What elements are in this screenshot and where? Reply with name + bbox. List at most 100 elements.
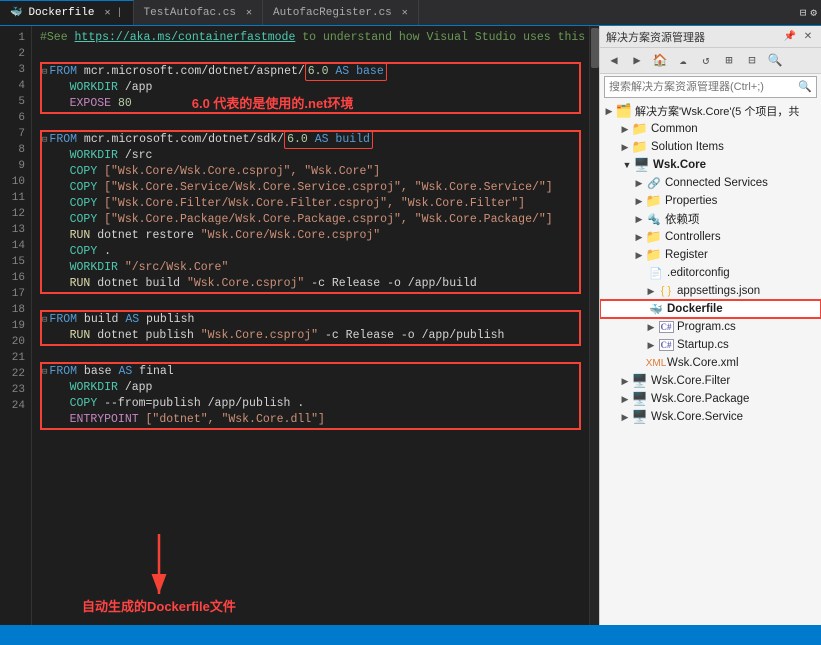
tab-testautofac[interactable]: TestAutofac.cs ✕ [134, 0, 263, 25]
startupcs-arrow: ▶ [644, 340, 658, 351]
status-bar [0, 625, 821, 645]
editorconfig-icon: 📄 [648, 265, 664, 281]
tree-item-editorconfig[interactable]: 📄 .editorconfig [600, 264, 821, 282]
appsettings-label: appsettings.json [677, 285, 760, 297]
tree-item-register[interactable]: ▶ 📁 Register [600, 246, 821, 264]
expand-button[interactable]: ⊞ [719, 51, 739, 71]
connected-services-arrow: ▶ [632, 178, 646, 189]
wsk-core-package-icon: 🖥️ [632, 391, 648, 407]
tab-autofacregister[interactable]: AutofacRegister.cs ✕ [263, 0, 419, 25]
code-line-16: RUN dotnet build "Wsk.Core.csproj" -c Re… [42, 276, 579, 292]
properties-label: Properties [665, 195, 717, 207]
tab-autofacregister-label: AutofacRegister.cs [273, 7, 392, 19]
tab-bar: 🐳 Dockerfile ✕ | TestAutofac.cs ✕ Autofa… [0, 0, 821, 26]
code-line-10: COPY ["Wsk.Core.Service/Wsk.Core.Service… [42, 180, 579, 196]
settings-icon[interactable]: ⚙ [810, 6, 817, 20]
tree-item-wsk-core-service[interactable]: ▶ 🖥️ Wsk.Core.Service [600, 408, 821, 426]
tree-item-controllers[interactable]: ▶ 📁 Controllers [600, 228, 821, 246]
programcs-arrow: ▶ [644, 322, 658, 333]
tree-item-connected-services[interactable]: ▶ 🔗 Connected Services [600, 174, 821, 192]
register-icon: 📁 [646, 247, 662, 263]
appsettings-icon: { } [658, 283, 674, 299]
tree-item-dockerfile[interactable]: 🐳 Dockerfile [600, 300, 821, 318]
tab-testautofac-close[interactable]: ✕ [246, 7, 252, 19]
connected-services-icon: 🔗 [646, 175, 662, 191]
forward-button[interactable]: ▶ [627, 51, 647, 71]
wsk-core-icon: 🖥️ [634, 157, 650, 173]
connected-services-label: Connected Services [665, 177, 768, 189]
solution-explorer-title: 解决方案资源管理器 [606, 29, 779, 45]
pin-button[interactable]: 📌 [783, 30, 797, 44]
red-section-3: ⊟ FROM build AS publish RUN dotnet publi… [40, 310, 581, 346]
controllers-arrow: ▶ [632, 232, 646, 243]
editorconfig-label: .editorconfig [667, 267, 730, 279]
wsk-core-package-arrow: ▶ [618, 394, 632, 405]
sync-button[interactable]: ↺ [696, 51, 716, 71]
wsk-core-xml-label: Wsk.Core.xml [667, 357, 739, 369]
wsk-core-filter-label: Wsk.Core.Filter [651, 375, 730, 387]
appsettings-arrow: ▶ [644, 286, 658, 297]
split-icon[interactable]: ⊟ [800, 6, 807, 20]
home-button[interactable]: 🏠 [650, 51, 670, 71]
tree-item-wsk-core-xml[interactable]: XML Wsk.Core.xml [600, 354, 821, 372]
wsk-core-xml-icon: XML [648, 355, 664, 371]
back-button[interactable]: ◀ [604, 51, 624, 71]
dependencies-icon: 🔩 [646, 211, 662, 227]
solution-items-label: Solution Items [651, 141, 724, 153]
tree-item-programcs[interactable]: ▶ C# Program.cs [600, 318, 821, 336]
tab-dockerfile-close[interactable]: ✕ [104, 7, 110, 19]
dockerfile-tree-icon: 🐳 [648, 301, 664, 317]
startupcs-label: Startup.cs [677, 339, 729, 351]
editor-scrollbar[interactable] [589, 26, 599, 625]
code-line-15: WORKDIR "/src/Wsk.Core" [42, 260, 579, 276]
tree-item-dependencies[interactable]: ▶ 🔩 依赖项 [600, 210, 821, 228]
solution-tree: ▶ 🗂️ 解决方案'Wsk.Core'(5 个项目，共 ▶ 📁 Common ▶… [600, 100, 821, 625]
tab-autofacregister-close[interactable]: ✕ [402, 7, 408, 19]
code-line-23: COPY --from=publish /app/publish . [42, 396, 579, 412]
tree-item-solution[interactable]: ▶ 🗂️ 解决方案'Wsk.Core'(5 个项目，共 [600, 102, 821, 120]
close-panel-button[interactable]: ✕ [801, 30, 815, 44]
tree-item-appsettings[interactable]: ▶ { } appsettings.json [600, 282, 821, 300]
wsk-core-service-icon: 🖥️ [632, 409, 648, 425]
code-line-8: WORKDIR /src [42, 148, 579, 164]
dockerfile-tree-label: Dockerfile [667, 303, 723, 315]
tree-item-properties[interactable]: ▶ 📁 Properties [600, 192, 821, 210]
search-magnifier-icon[interactable]: 🔍 [798, 80, 812, 94]
code-area[interactable]: #See https://aka.ms/containerfastmode to… [32, 26, 589, 625]
register-label: Register [665, 249, 708, 261]
controllers-label: Controllers [665, 231, 721, 243]
code-line-1: #See https://aka.ms/containerfastmode to… [40, 30, 581, 46]
solution-arrow: ▶ [602, 106, 616, 117]
scroll-thumb[interactable] [591, 28, 599, 68]
collapse-button[interactable]: ⊟ [742, 51, 762, 71]
preview-button[interactable]: 🔍 [765, 51, 785, 71]
common-arrow: ▶ [618, 124, 632, 135]
solution-explorer-panel: 解决方案资源管理器 📌 ✕ ◀ ▶ 🏠 ☁ ↺ ⊞ ⊟ 🔍 🔍 [599, 26, 821, 625]
startupcs-icon: C# [658, 337, 674, 353]
tree-item-solution-items[interactable]: ▶ 📁 Solution Items [600, 138, 821, 156]
tree-item-common[interactable]: ▶ 📁 Common [600, 120, 821, 138]
annotation-arrow-area: 自动生成的Dockerfile文件 [82, 529, 236, 615]
solution-items-icon: 📁 [632, 139, 648, 155]
solution-search-input[interactable] [609, 81, 798, 93]
register-arrow: ▶ [632, 250, 646, 261]
common-folder-icon: 📁 [632, 121, 648, 137]
solution-items-arrow: ▶ [618, 142, 632, 153]
code-line-14: COPY . [42, 244, 579, 260]
code-line-3: ⊟ FROM mcr.microsoft.com/dotnet/aspnet/ … [42, 64, 579, 80]
programcs-icon: C# [658, 319, 674, 335]
dependencies-label: 依赖项 [665, 211, 700, 227]
tree-item-wsk-core-filter[interactable]: ▶ 🖥️ Wsk.Core.Filter [600, 372, 821, 390]
code-line-9: COPY ["Wsk.Core/Wsk.Core.csproj", "Wsk.C… [42, 164, 579, 180]
tab-dockerfile-label: Dockerfile [28, 7, 94, 19]
properties-arrow: ▶ [632, 196, 646, 207]
cloud-button[interactable]: ☁ [673, 51, 693, 71]
main-area: 12345 678910 1112131415 1617181920 21222… [0, 26, 821, 625]
tab-dockerfile[interactable]: 🐳 Dockerfile ✕ | [0, 0, 134, 25]
code-line-24: ENTRYPOINT ["dotnet", "Wsk.Core.dll"] [42, 412, 579, 428]
tree-item-wsk-core[interactable]: ▼ 🖥️ Wsk.Core [600, 156, 821, 174]
wsk-core-filter-arrow: ▶ [618, 376, 632, 387]
tree-item-startupcs[interactable]: ▶ C# Startup.cs [600, 336, 821, 354]
tree-item-wsk-core-package[interactable]: ▶ 🖥️ Wsk.Core.Package [600, 390, 821, 408]
solution-explorer-header: 解决方案资源管理器 📌 ✕ [600, 26, 821, 48]
